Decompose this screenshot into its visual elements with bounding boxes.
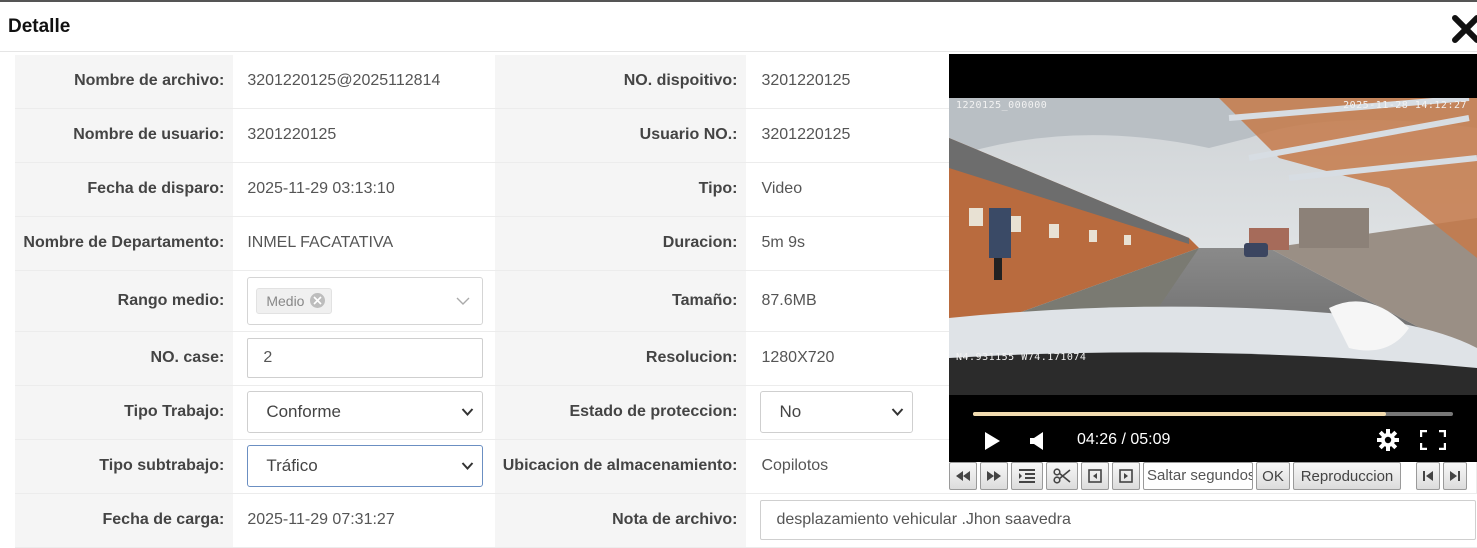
value-trigger-date: 2025-11-29 03:13:10 [233, 162, 496, 217]
case-no-input[interactable]: 2 [247, 338, 484, 378]
chevron-down-icon [462, 462, 474, 470]
close-x-icon[interactable] [1449, 12, 1477, 46]
video-player[interactable]: 1220125_000000 2025-11-28 14:12:27 N4.93… [949, 54, 1477, 462]
label-device-no: NO. dispoitivo: [495, 55, 747, 109]
chevron-down-icon [892, 408, 904, 416]
rewind-button[interactable] [949, 462, 977, 490]
cut-button[interactable] [1046, 462, 1078, 490]
seek-seconds-input[interactable]: Saltar segundos [1143, 462, 1253, 490]
case-cell: 2 [233, 331, 496, 386]
value-user-name: 3201220125 [233, 108, 496, 163]
ok-button[interactable]: OK [1256, 462, 1290, 490]
label-protection: Estado de proteccion: [495, 385, 747, 440]
volume-icon[interactable] [1029, 431, 1045, 451]
label-size: Tamaño: [495, 270, 747, 332]
label-department: Nombre de Departamento: [15, 216, 234, 271]
label-case-no: NO. case: [15, 331, 234, 386]
indent-button[interactable] [1011, 462, 1043, 490]
video-progress-bar[interactable] [973, 412, 1453, 416]
fast-forward-icon [987, 471, 1001, 481]
video-frame [949, 98, 1477, 395]
table-row: Fecha de carga: 2025-11-29 07:31:27 Nota… [15, 493, 1477, 548]
skip-start-icon [1423, 471, 1433, 481]
range-tag-label: Medio [266, 292, 305, 309]
fullscreen-icon[interactable] [1420, 430, 1446, 450]
skip-start-button[interactable] [1416, 462, 1440, 490]
note-cell: desplazamiento vehicular .Jhon saavedra [746, 493, 1477, 548]
label-storage: Ubicacion de almacenamiento: [495, 439, 747, 494]
subwork-type-value: Tráfico [266, 456, 318, 475]
osd-file-id: 1220125_000000 [956, 100, 1048, 111]
chevron-down-icon [462, 408, 474, 416]
label-file-name: Nombre de archivo: [15, 55, 234, 109]
work-type-cell: Conforme [233, 385, 496, 440]
subwork-type-select[interactable]: Tráfico [247, 445, 484, 487]
gear-icon[interactable] [1376, 428, 1400, 452]
label-trigger-date: Fecha de disparo: [15, 162, 234, 217]
fast-forward-button[interactable] [980, 462, 1008, 490]
play-icon[interactable] [983, 431, 1001, 451]
range-multiselect[interactable]: Medio [247, 276, 484, 325]
rewind-icon [956, 471, 970, 481]
label-resolution: Resolucion: [495, 331, 747, 386]
file-note-input[interactable]: desplazamiento vehicular .Jhon saavedra [760, 500, 1477, 540]
video-progress-fill [973, 412, 1386, 416]
label-user-no: Usuario NO.: [495, 108, 747, 163]
next-frame-button[interactable] [1112, 462, 1140, 490]
label-type: Tipo: [495, 162, 747, 217]
label-range: Rango medio: [15, 270, 234, 332]
label-subwork-type: Tipo subtrabajo: [15, 439, 234, 494]
next-frame-icon [1119, 469, 1133, 483]
scissors-icon [1053, 468, 1071, 484]
osd-timestamp: 2025-11-28 14:12:27 [1343, 100, 1467, 111]
dialog-title: Detalle [8, 16, 71, 37]
indent-list-icon [1019, 469, 1035, 483]
label-user-name: Nombre de usuario: [15, 108, 234, 163]
value-upload-date: 2025-11-29 07:31:27 [233, 493, 496, 548]
chevron-down-icon [456, 297, 470, 305]
previous-frame-button[interactable] [1081, 462, 1109, 490]
protection-select[interactable]: No [760, 391, 914, 433]
label-work-type: Tipo Trabajo: [15, 385, 234, 440]
tag-remove-icon[interactable] [310, 293, 326, 308]
label-upload-date: Fecha de carga: [15, 493, 234, 548]
range-cell: Medio [233, 270, 496, 332]
previous-frame-icon [1088, 469, 1102, 483]
dialog-header: Detalle [0, 2, 1477, 52]
label-duration: Duracion: [495, 216, 747, 271]
range-tag: Medio [256, 287, 333, 314]
playback-button[interactable]: Reproduccion [1293, 462, 1401, 490]
protection-value: No [779, 402, 802, 421]
video-toolbar: Saltar segundos OK Reproduccion [949, 461, 1477, 491]
value-file-name: 3201220125@2025112814 [233, 55, 496, 109]
work-type-value: Conforme [266, 402, 341, 421]
osd-gps: N4.931155 W74.171074 [956, 352, 1087, 363]
skip-end-icon [1450, 471, 1460, 481]
skip-end-button[interactable] [1443, 462, 1467, 490]
work-type-select[interactable]: Conforme [247, 391, 484, 433]
video-time: 04:26 / 05:09 [1077, 431, 1171, 448]
label-file-note: Nota de archivo: [495, 493, 747, 548]
value-department: INMEL FACATATIVA [233, 216, 496, 271]
subwork-cell: Tráfico [233, 439, 496, 494]
